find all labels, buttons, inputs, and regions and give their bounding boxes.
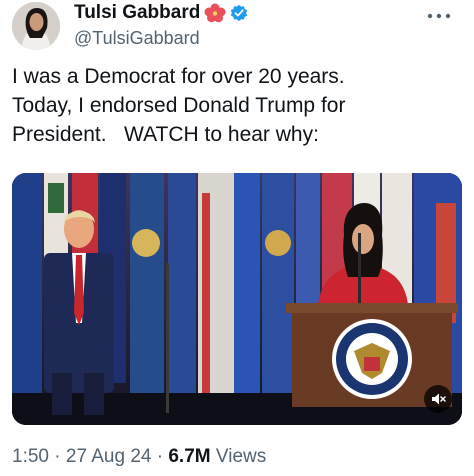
tweet-metadata: 1:50 · 27 Aug 24 · 6.7M Views [12,446,266,468]
separator-dot: · [151,446,169,467]
verified-badge-icon[interactable] [230,4,248,22]
author-name[interactable]: Tulsi Gabbard [74,2,200,24]
author-handle[interactable]: @TulsiGabbard [74,28,200,49]
more-options-icon[interactable] [426,8,452,19]
tweet-date[interactable]: 27 Aug 24 [66,446,152,467]
video-frame [12,173,462,425]
separator-dot: · [48,446,66,467]
tweet-time[interactable]: 1:50 [12,446,49,467]
hibiscus-flower-icon [204,3,226,23]
views-count: 6.7M [168,446,211,467]
tweet-text: I was a Democrat for over 20 years. Toda… [12,65,346,146]
tweet-header: Tulsi Gabbard @TulsiGabbard [12,2,462,52]
views-label: Views [210,446,267,467]
mute-icon [432,393,446,405]
avatar[interactable] [12,2,60,50]
mute-button[interactable] [424,385,452,413]
video-player[interactable] [12,173,462,425]
